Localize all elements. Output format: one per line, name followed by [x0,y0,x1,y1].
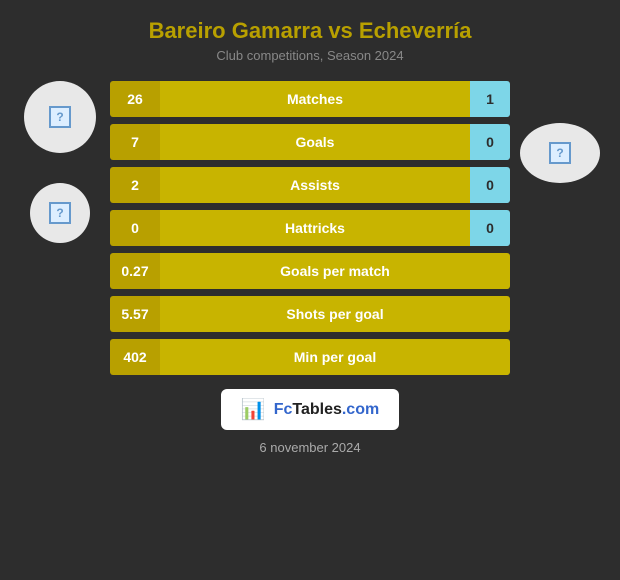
watermark-text: FcTables.com [274,401,380,419]
left-player-avatars: ? ? [10,81,110,243]
stat-right-goals: 0 [470,124,510,160]
date-footer: 6 november 2024 [259,440,360,455]
player1-avatar-placeholder: ? [49,106,71,128]
stat-right-matches: 1 [470,81,510,117]
watermark-brand-colored: Fc [274,401,293,418]
stat-row-shots-per-goal: 5.57 Shots per goal [110,296,510,332]
stat-label-goals: Goals [160,124,470,160]
stat-left-assists: 2 [110,167,160,203]
player1-avatar: ? [24,81,96,153]
page-title: Bareiro Gamarra vs Echeverría [129,18,492,44]
stat-row-assists: 2 Assists 0 [110,167,510,203]
stat-row-goals: 7 Goals 0 [110,124,510,160]
right-player-avatars: ? [510,123,610,183]
subtitle: Club competitions, Season 2024 [216,48,403,63]
player2-avatar: ? [520,123,600,183]
player1-avatar2-placeholder: ? [49,202,71,224]
stat-label-matches: Matches [160,81,470,117]
watermark-brand-black: Tables [292,401,342,418]
stat-right-assists: 0 [470,167,510,203]
stat-left-goals: 7 [110,124,160,160]
watermark: 📊 FcTables.com [221,389,399,430]
watermark-icon: 📊 [241,397,266,422]
stat-label-gpm: Goals per match [160,253,510,289]
stat-row-hattricks: 0 Hattricks 0 [110,210,510,246]
stat-row-min-per-goal: 402 Min per goal [110,339,510,375]
stat-row-goals-per-match: 0.27 Goals per match [110,253,510,289]
stat-left-mpg: 402 [110,339,160,375]
stat-left-spg: 5.57 [110,296,160,332]
stat-label-mpg: Min per goal [160,339,510,375]
stat-left-hattricks: 0 [110,210,160,246]
stat-label-hattricks: Hattricks [160,210,470,246]
stat-right-hattricks: 0 [470,210,510,246]
stat-left-matches: 26 [110,81,160,117]
stats-container: 26 Matches 1 7 Goals 0 2 Assists 0 0 Hat… [110,81,510,375]
stat-left-gpm: 0.27 [110,253,160,289]
stat-label-spg: Shots per goal [160,296,510,332]
player1-avatar2: ? [30,183,90,243]
player2-avatar-placeholder: ? [549,142,571,164]
stat-label-assists: Assists [160,167,470,203]
stat-row-matches: 26 Matches 1 [110,81,510,117]
watermark-brand-dot: .com [342,401,379,418]
